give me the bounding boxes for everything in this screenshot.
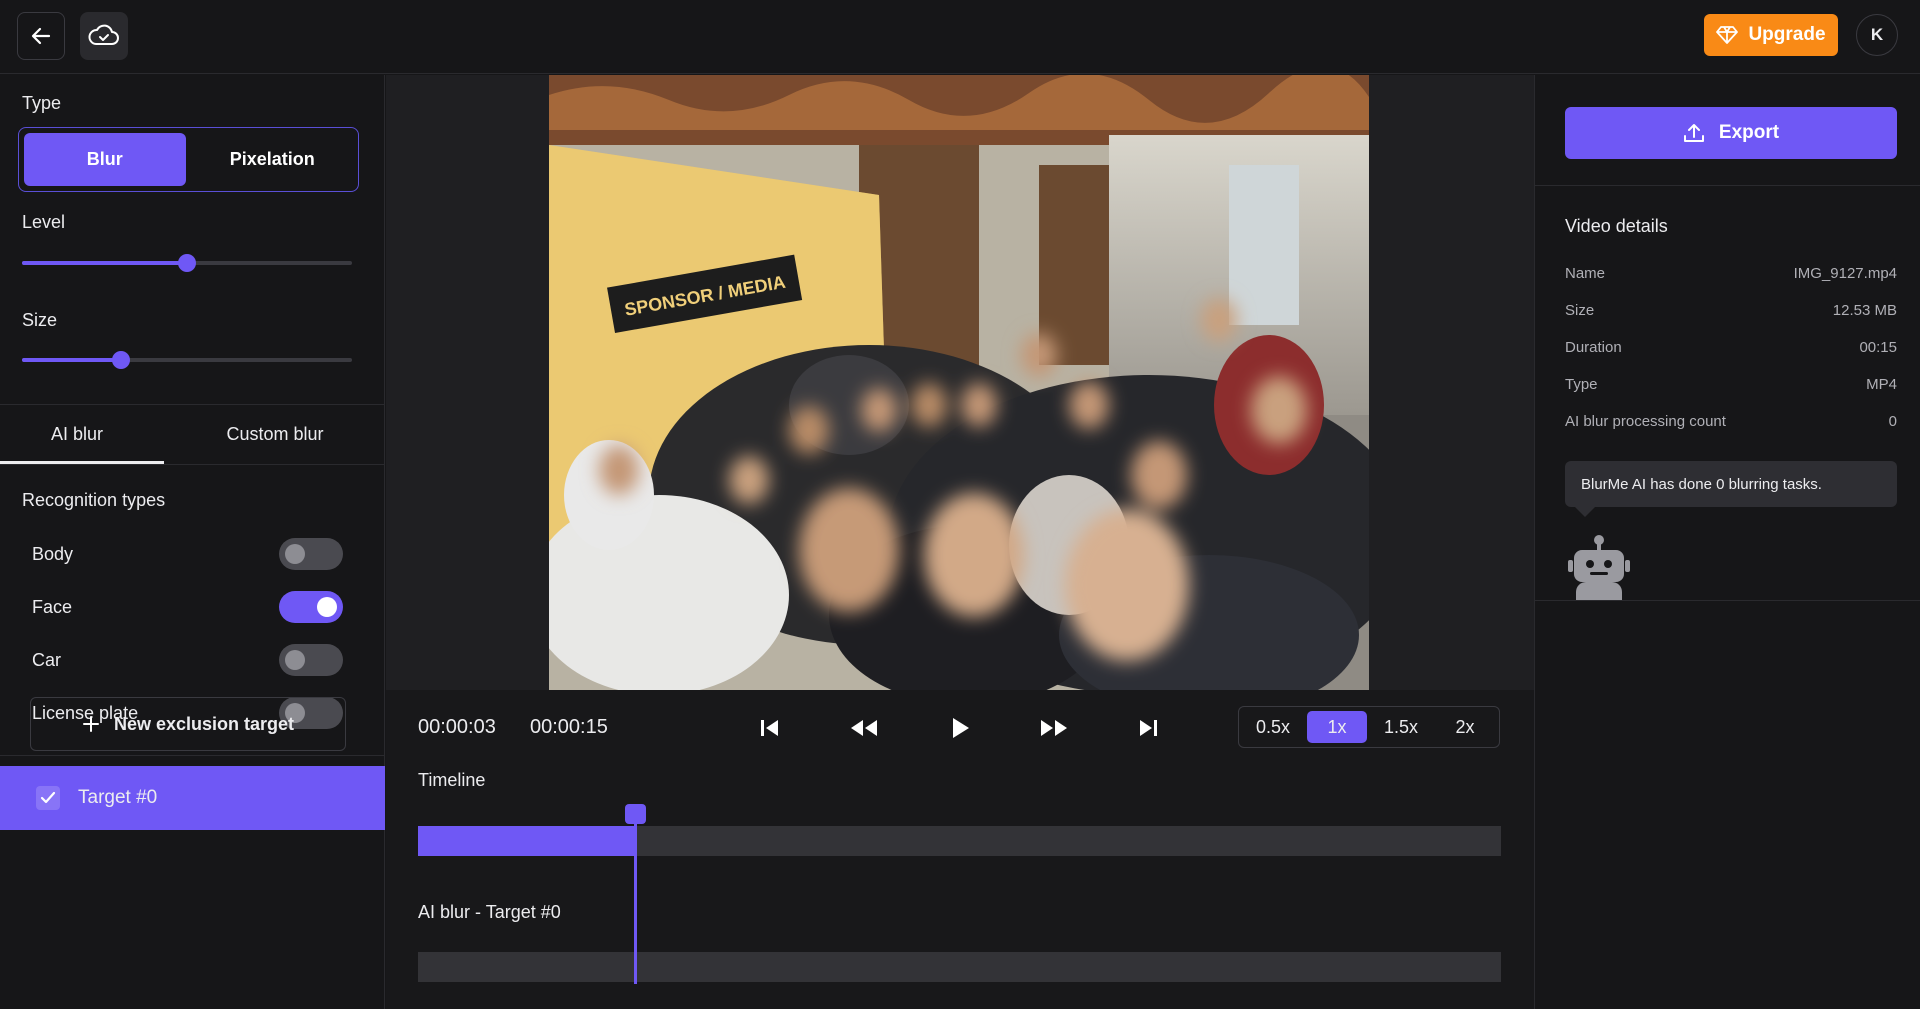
size-slider-thumb[interactable] (112, 351, 130, 369)
speed-2x[interactable]: 2x (1435, 711, 1495, 743)
speed-1-5x[interactable]: 1.5x (1371, 711, 1431, 743)
detail-value: 0 (1888, 413, 1897, 430)
level-slider-fill (22, 261, 187, 265)
cloud-save-button[interactable] (80, 12, 128, 60)
divider (0, 755, 385, 756)
current-time: 00:00:03 (418, 716, 496, 738)
speed-1x[interactable]: 1x (1307, 711, 1367, 743)
ai-tooltip: BlurMe AI has done 0 blurring tasks. (1565, 461, 1897, 507)
total-time: 00:00:15 (530, 716, 608, 738)
detail-key: AI blur processing count (1565, 413, 1726, 430)
play-icon (953, 718, 969, 738)
type-pixelation-button[interactable]: Pixelation (192, 133, 354, 186)
recognition-face-label: Face (32, 596, 73, 617)
tab-custom-blur[interactable]: Custom blur (175, 405, 375, 463)
size-label: Size (22, 310, 58, 330)
recognition-face-toggle[interactable] (279, 591, 343, 623)
toggle-knob (285, 544, 305, 564)
new-exclusion-target-button[interactable]: New exclusion target (30, 697, 346, 751)
detail-duration-row: Duration 00:15 (1565, 339, 1897, 356)
detail-value: MP4 (1866, 376, 1897, 393)
skip-to-end-button[interactable] (1130, 710, 1166, 746)
avatar[interactable]: K (1856, 14, 1898, 56)
type-blur-button[interactable]: Blur (24, 133, 186, 186)
upload-icon (1683, 124, 1704, 142)
robot-mascot (1568, 534, 1630, 605)
detail-name-row: Name IMG_9127.mp4 (1565, 265, 1897, 282)
divider (1535, 185, 1920, 186)
plus-icon (82, 716, 99, 732)
play-button[interactable] (942, 710, 978, 746)
timeline-label: Timeline (418, 770, 486, 790)
check-icon (40, 791, 56, 804)
video-preview[interactable]: SPONSOR / MEDIA (549, 75, 1369, 690)
rewind-icon (851, 720, 877, 736)
detail-processing-count-row: AI blur processing count 0 (1565, 413, 1897, 430)
target-checkbox[interactable] (36, 786, 60, 810)
rewind-button[interactable] (846, 710, 882, 746)
recognition-types-label: Recognition types (22, 490, 166, 510)
detail-value: 12.53 MB (1832, 302, 1897, 319)
toggle-knob (317, 597, 337, 617)
level-slider-thumb[interactable] (178, 254, 196, 272)
detail-key: Size (1565, 302, 1595, 319)
upgrade-label: Upgrade (1748, 24, 1826, 45)
detail-key: Duration (1565, 339, 1622, 356)
cloud-check-icon (88, 24, 119, 45)
fast-forward-icon (1041, 720, 1067, 736)
new-exclusion-target-label: New exclusion target (113, 713, 295, 734)
size-slider-fill (22, 358, 121, 362)
detail-value: IMG_9127.mp4 (1793, 265, 1897, 282)
playhead-handle[interactable] (624, 804, 646, 824)
target-label: Target #0 (78, 787, 158, 808)
skip-to-start-button[interactable] (752, 710, 788, 746)
divider (1535, 600, 1920, 601)
playhead-line (633, 814, 637, 984)
export-button[interactable]: Export (1565, 107, 1897, 159)
diamond-icon (1716, 26, 1739, 44)
fast-forward-button[interactable] (1036, 710, 1072, 746)
detail-value: 00:15 (1859, 339, 1897, 356)
detail-size-row: Size 12.53 MB (1565, 302, 1897, 319)
ai-blur-track[interactable] (418, 952, 1501, 982)
settings-panel: Type Blur Pixelation Level Size AI blur … (0, 75, 385, 1009)
recognition-face-row: Face (32, 590, 343, 624)
detail-key: Name (1565, 265, 1606, 282)
tab-ai-blur[interactable]: AI blur (0, 405, 154, 463)
tooltip-tail (1575, 507, 1595, 517)
video-details-title: Video details (1565, 216, 1668, 236)
recognition-car-toggle[interactable] (279, 644, 343, 676)
toggle-knob (285, 650, 305, 670)
recognition-car-row: Car (32, 643, 343, 677)
robot-icon (1568, 535, 1630, 600)
detail-key: Type (1565, 376, 1598, 393)
ai-blur-track-label: AI blur - Target #0 (418, 902, 561, 922)
arrow-left-icon (31, 27, 51, 45)
size-slider[interactable] (22, 351, 352, 369)
recognition-body-row: Body (32, 537, 343, 571)
recognition-body-toggle[interactable] (279, 538, 343, 570)
recognition-car-label: Car (32, 649, 62, 670)
timeline-progress (418, 826, 635, 856)
recognition-body-label: Body (32, 543, 74, 564)
video-frame: SPONSOR / MEDIA (549, 75, 1369, 690)
skip-end-icon (1140, 720, 1157, 736)
skip-start-icon (761, 720, 778, 736)
export-label: Export (1718, 122, 1780, 143)
level-slider[interactable] (22, 254, 352, 272)
back-button[interactable] (17, 12, 65, 60)
detail-type-row: Type MP4 (1565, 376, 1897, 393)
divider (0, 464, 385, 465)
upgrade-button[interactable]: Upgrade (1704, 14, 1838, 56)
level-label: Level (22, 212, 66, 232)
speed-0-5x[interactable]: 0.5x (1243, 711, 1303, 743)
type-label: Type (22, 93, 62, 113)
top-bar (0, 0, 1920, 74)
playback-speed-selector: 0.5x 1x 1.5x 2x (1238, 706, 1500, 748)
target-item[interactable]: Target #0 (0, 766, 385, 830)
type-selector: Blur Pixelation (18, 127, 359, 192)
